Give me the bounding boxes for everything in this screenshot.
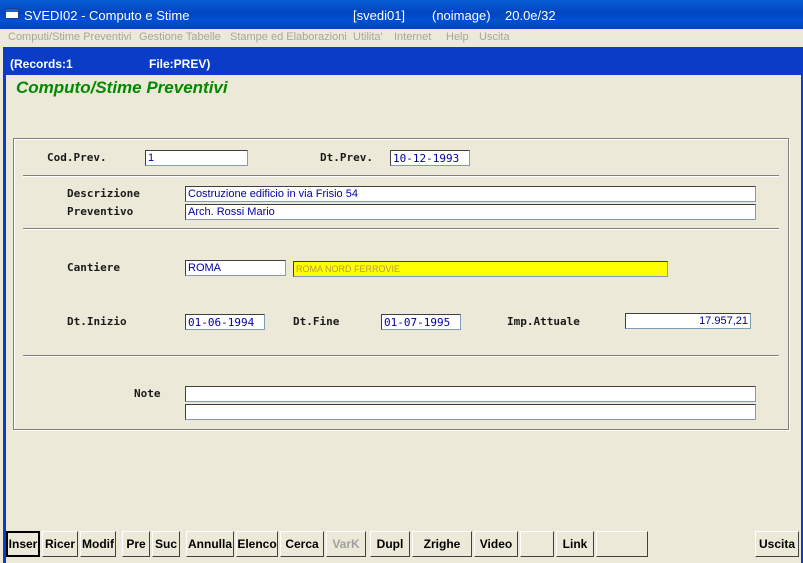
cantiere-label: Cantiere: [67, 261, 120, 274]
uscita-button[interactable]: Uscita: [755, 531, 799, 557]
annulla-button[interactable]: Annulla: [186, 531, 234, 557]
cantiere-description-field: ROMA NORD FERROVIE: [293, 261, 668, 277]
menu-bar: Computi/Stime Preventivi Gestione Tabell…: [0, 29, 803, 47]
vark-button[interactable]: VarK: [326, 531, 366, 557]
menu-utilita[interactable]: Utilita': [353, 31, 383, 43]
menu-stampe[interactable]: Stampe ed Elaborazioni: [230, 31, 347, 43]
elenco-button[interactable]: Elenco: [236, 531, 278, 557]
menu-computi[interactable]: Computi/Stime Preventivi: [8, 31, 132, 43]
dt-fine-label: Dt.Fine: [293, 315, 340, 328]
imp-attuale-field[interactable]: 17.957,21: [625, 313, 751, 329]
descrizione-label: Descrizione: [67, 187, 140, 200]
cod-prev-label: Cod.Prev.: [47, 151, 107, 164]
dt-fine-field[interactable]: 01-07-1995: [381, 314, 461, 330]
dupl-button[interactable]: Dupl: [370, 531, 410, 557]
window-icon[interactable]: [5, 8, 19, 19]
separator-1: [23, 175, 779, 177]
ricer-button[interactable]: Ricer: [42, 531, 78, 557]
form-title: Computo/Stime Preventivi: [16, 78, 228, 97]
cod-prev-field[interactable]: 1: [145, 150, 248, 166]
modif-button[interactable]: Modif: [80, 531, 116, 557]
zrighe-button[interactable]: Zrighe: [412, 531, 472, 557]
dt-prev-field[interactable]: 10-12-1993: [390, 150, 470, 166]
inser-button[interactable]: Inser: [6, 531, 40, 557]
descrizione-field[interactable]: Costruzione edificio in via Frisio 54: [185, 186, 756, 202]
window-version: 20.0e/32: [505, 8, 556, 23]
separator-3: [23, 355, 779, 357]
dt-prev-label: Dt.Prev.: [320, 151, 373, 164]
cantiere-code-field[interactable]: ROMA: [185, 260, 286, 276]
window-image-status: (noimage): [432, 8, 491, 23]
imp-attuale-label: Imp.Attuale: [507, 315, 580, 328]
note-field-1[interactable]: [185, 386, 756, 402]
window-instance: [svedi01]: [353, 8, 406, 23]
menu-help[interactable]: Help: [446, 31, 469, 43]
dt-inizio-field[interactable]: 01-06-1994: [185, 314, 265, 330]
records-file: File:PREV): [149, 57, 211, 71]
records-count: (Records:1: [10, 57, 73, 71]
bottom-toolbar: Inser Ricer Modif Pre Suc Annulla Elenco…: [6, 531, 801, 557]
video-button[interactable]: Video: [474, 531, 518, 557]
preventivo-field[interactable]: Arch. Rossi Mario: [185, 204, 756, 220]
menu-internet[interactable]: Internet: [394, 31, 431, 43]
cerca-button[interactable]: Cerca: [280, 531, 324, 557]
dt-inizio-label: Dt.Inizio: [67, 315, 127, 328]
menu-gestione-tabelle[interactable]: Gestione Tabelle: [139, 31, 221, 43]
suc-button[interactable]: Suc: [152, 531, 180, 557]
title-bar[interactable]: SVEDI02 - Computo e Stime [svedi01] (noi…: [0, 0, 803, 29]
link-button[interactable]: Link: [556, 531, 594, 557]
note-field-2[interactable]: [185, 404, 756, 420]
note-label: Note: [134, 387, 161, 400]
records-bar: (Records:1 File:PREV): [6, 53, 801, 75]
preventivo-label: Preventivo: [67, 205, 134, 218]
pre-button[interactable]: Pre: [122, 531, 150, 557]
window-title: SVEDI02 - Computo e Stime: [24, 8, 190, 23]
menu-uscita[interactable]: Uscita: [479, 31, 510, 43]
blank-button-1[interactable]: [520, 531, 554, 557]
separator-2: [23, 228, 779, 230]
blank-button-2[interactable]: [596, 531, 648, 557]
